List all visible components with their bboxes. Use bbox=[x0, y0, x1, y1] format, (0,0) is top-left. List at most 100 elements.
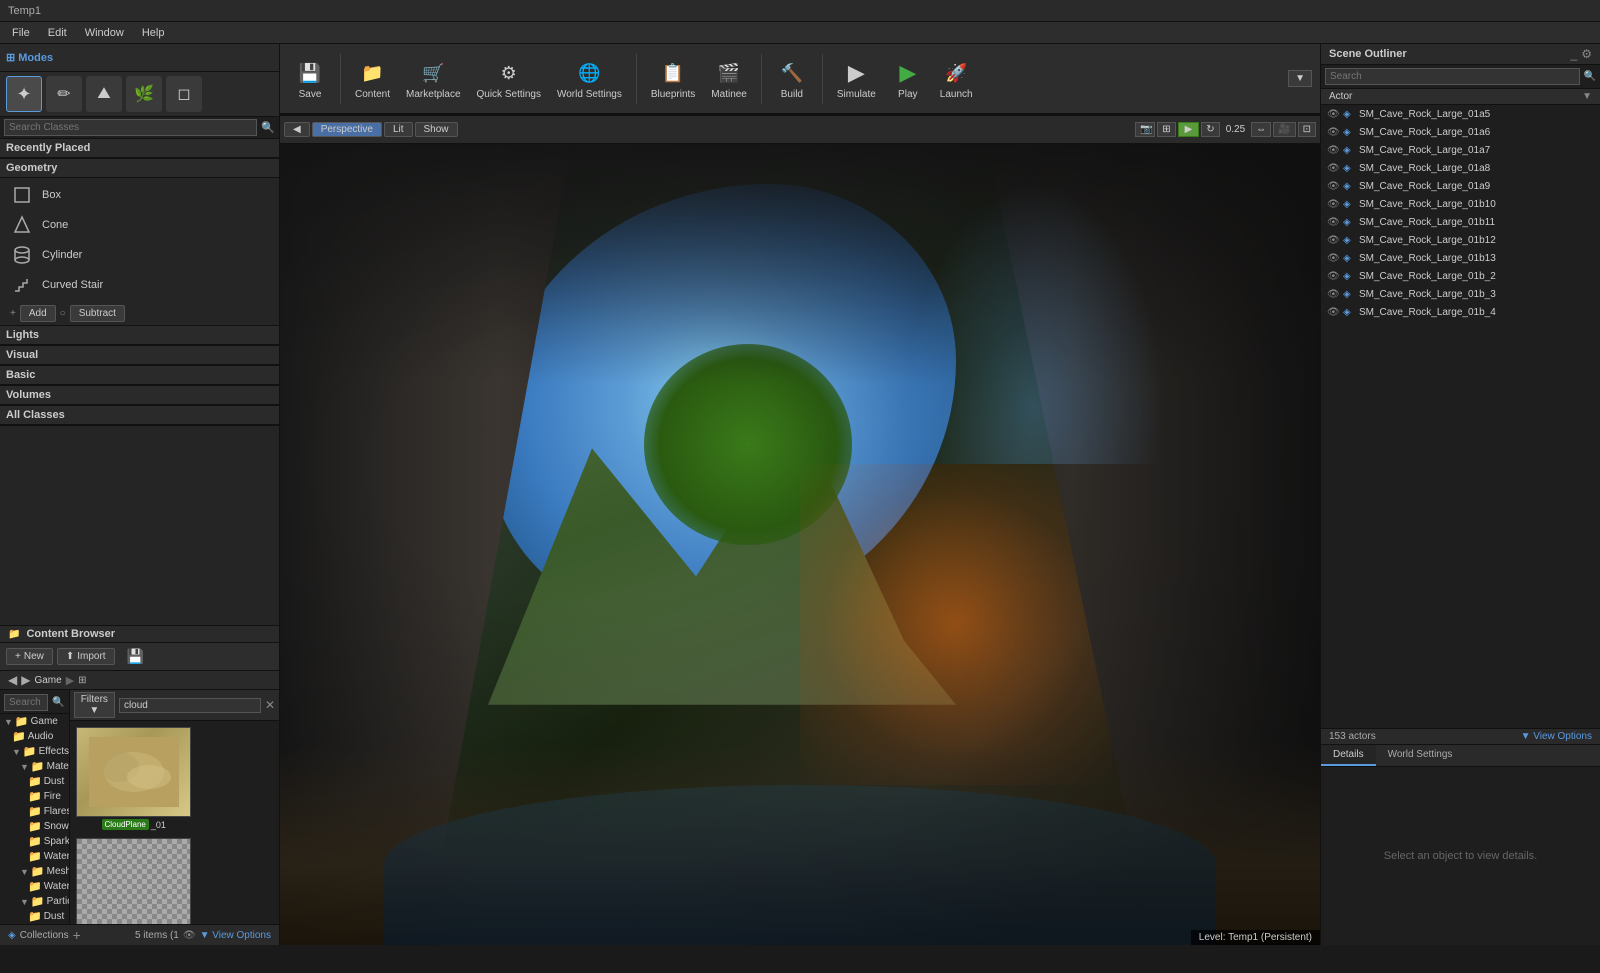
cb-search-clear[interactable]: ✕ bbox=[265, 698, 275, 712]
toolbar-content[interactable]: 📁 Content bbox=[349, 54, 396, 103]
toolbar-matinee[interactable]: 🎬 Matinee bbox=[705, 54, 753, 103]
foliage-mode-btn[interactable]: 🌿 bbox=[126, 76, 162, 112]
so-item-8[interactable]: 👁 ◈ SM_Cave_Rock_Large_01b12 bbox=[1321, 231, 1600, 249]
folder-expand-icon: ▼ bbox=[4, 717, 13, 727]
sort-icon[interactable]: ▼ bbox=[1582, 91, 1592, 102]
so-view-options[interactable]: ▼ View Options bbox=[1521, 731, 1592, 742]
place-mode-btn[interactable]: ✦ bbox=[6, 76, 42, 112]
vt-show-btn[interactable]: Show bbox=[415, 122, 458, 137]
vt-scale-snap[interactable]: ⇔ bbox=[1251, 122, 1271, 137]
materials-expand: ▼ bbox=[20, 762, 29, 772]
vt-lit-btn[interactable]: Lit bbox=[384, 122, 413, 137]
volumes-header[interactable]: Volumes bbox=[0, 386, 279, 405]
folder-water2[interactable]: 📁Water bbox=[0, 879, 69, 894]
tab-details[interactable]: Details bbox=[1321, 745, 1376, 766]
cb-filters-btn[interactable]: Filters ▼ bbox=[74, 692, 115, 718]
geometry-box[interactable]: Box bbox=[0, 180, 279, 210]
cb-search-input[interactable] bbox=[119, 698, 261, 713]
so-item-7[interactable]: 👁 ◈ SM_Cave_Rock_Large_01b11 bbox=[1321, 213, 1600, 231]
geometry-curved-stair[interactable]: Curved Stair bbox=[0, 270, 279, 300]
toolbar-simulate[interactable]: ▶ Simulate bbox=[831, 54, 882, 103]
asset-mcloud2[interactable]: M_ Cloud _2 bbox=[74, 836, 194, 924]
vt-cam-speed[interactable]: 🎥 bbox=[1273, 122, 1295, 137]
place-search-input[interactable] bbox=[4, 119, 257, 136]
so-search-input[interactable] bbox=[1325, 68, 1580, 85]
so-item-10[interactable]: 👁 ◈ SM_Cave_Rock_Large_01b_2 bbox=[1321, 267, 1600, 285]
cb-add-collection[interactable]: + bbox=[73, 927, 81, 943]
eye-icon-4: 👁 bbox=[1327, 163, 1339, 174]
so-item-9[interactable]: 👁 ◈ SM_Cave_Rock_Large_01b13 bbox=[1321, 249, 1600, 267]
vt-maximize[interactable]: ⊡ bbox=[1298, 122, 1316, 137]
vt-grid-snap[interactable]: ⊞ bbox=[1157, 122, 1175, 137]
folder-water[interactable]: 📁Water bbox=[0, 849, 69, 864]
geometry-cylinder[interactable]: Cylinder bbox=[0, 240, 279, 270]
toolbar-play[interactable]: ▶ Play bbox=[886, 54, 930, 103]
so-item-11[interactable]: 👁 ◈ SM_Cave_Rock_Large_01b_3 bbox=[1321, 285, 1600, 303]
cb-view-options[interactable]: ▼ View Options bbox=[200, 930, 271, 941]
geometry-header[interactable]: Geometry bbox=[0, 159, 279, 178]
toolbar-save[interactable]: 💾 Save bbox=[288, 54, 332, 103]
visual-header[interactable]: Visual bbox=[0, 346, 279, 365]
toolbar-world-settings[interactable]: 🌐 World Settings bbox=[551, 54, 628, 103]
toolbar-blueprints[interactable]: 📋 Blueprints bbox=[645, 54, 701, 103]
cb-folder-search-input[interactable] bbox=[4, 694, 48, 711]
lights-header[interactable]: Lights bbox=[0, 326, 279, 345]
vt-back-btn[interactable]: ◀ bbox=[284, 122, 310, 137]
folder-pdust[interactable]: 📁Dust bbox=[0, 909, 69, 924]
marketplace-icon: 🛒 bbox=[417, 57, 449, 89]
tab-world-settings[interactable]: World Settings bbox=[1376, 745, 1465, 766]
so-item-6[interactable]: 👁 ◈ SM_Cave_Rock_Large_01b10 bbox=[1321, 195, 1600, 213]
geometry-mode-btn[interactable]: ◻ bbox=[166, 76, 202, 112]
folder-particles[interactable]: ▼ 📁 Particles bbox=[0, 894, 69, 909]
vt-perspective-btn[interactable]: Perspective bbox=[312, 122, 382, 137]
so-item-4[interactable]: 👁 ◈ SM_Cave_Rock_Large_01a8 bbox=[1321, 159, 1600, 177]
all-classes-header[interactable]: All Classes bbox=[0, 406, 279, 425]
folder-meshes-effects[interactable]: ▼ 📁 Meshes bbox=[0, 864, 69, 879]
so-item-5[interactable]: 👁 ◈ SM_Cave_Rock_Large_01a9 bbox=[1321, 177, 1600, 195]
so-item-12[interactable]: 👁 ◈ SM_Cave_Rock_Large_01b_4 bbox=[1321, 303, 1600, 321]
recently-placed-header[interactable]: Recently Placed bbox=[0, 139, 279, 158]
viewport[interactable]: Level: Temp1 (Persistent) bbox=[280, 144, 1320, 945]
cb-import-btn[interactable]: ⬆ Import bbox=[57, 648, 115, 665]
so-item-1[interactable]: 👁 ◈ SM_Cave_Rock_Large_01a5 bbox=[1321, 105, 1600, 123]
paint-mode-btn[interactable]: ✏ bbox=[46, 76, 82, 112]
folder-snow[interactable]: 📁Snow bbox=[0, 819, 69, 834]
folder-flares[interactable]: 📁Flares bbox=[0, 804, 69, 819]
asset-cloudplane01[interactable]: CloudPlane _01 bbox=[74, 725, 194, 832]
geo-subtract-btn[interactable]: Subtract bbox=[70, 305, 125, 322]
so-item-2[interactable]: 👁 ◈ SM_Cave_Rock_Large_01a6 bbox=[1321, 123, 1600, 141]
folder-icon-audio: 📁 bbox=[12, 730, 26, 743]
basic-header[interactable]: Basic bbox=[0, 366, 279, 385]
vt-rot-snap[interactable]: ↻ bbox=[1201, 122, 1219, 137]
menu-window[interactable]: Window bbox=[77, 25, 132, 41]
toolbar-launch-dropdown[interactable]: ▼ bbox=[1288, 70, 1312, 87]
folder-effects[interactable]: ▼ 📁 Effects bbox=[0, 744, 69, 759]
menu-help[interactable]: Help bbox=[134, 25, 173, 41]
cb-back-btn[interactable]: ◀ bbox=[8, 673, 17, 687]
vt-cam-btn[interactable]: 📷 bbox=[1135, 122, 1155, 137]
toolbar-marketplace[interactable]: 🛒 Marketplace bbox=[400, 54, 466, 103]
toolbar-build[interactable]: 🔨 Build bbox=[770, 54, 814, 103]
so-item-3[interactable]: 👁 ◈ SM_Cave_Rock_Large_01a7 bbox=[1321, 141, 1600, 159]
geo-add-btn[interactable]: Add bbox=[20, 305, 56, 322]
so-settings[interactable]: ⚙ bbox=[1581, 47, 1592, 61]
toolbar-quick-settings[interactable]: ⚙ Quick Settings bbox=[471, 54, 547, 103]
cb-path-game[interactable]: Game bbox=[34, 675, 61, 686]
vt-snap-toggle[interactable]: ▶ bbox=[1178, 122, 1200, 137]
folder-fire[interactable]: 📁Fire bbox=[0, 789, 69, 804]
landscape-mode-btn[interactable]: ⛰ bbox=[86, 76, 122, 112]
folder-game[interactable]: ▼ 📁 Game bbox=[0, 714, 69, 729]
cb-new-btn[interactable]: + New bbox=[6, 648, 53, 665]
geometry-cone[interactable]: Cone bbox=[0, 210, 279, 240]
cb-forward-btn[interactable]: ▶ bbox=[21, 673, 30, 687]
toolbar-launch[interactable]: 🚀 Launch bbox=[934, 54, 979, 103]
menu-edit[interactable]: Edit bbox=[40, 25, 75, 41]
menu-file[interactable]: File bbox=[4, 25, 38, 41]
folder-sparks[interactable]: 📁Sparks bbox=[0, 834, 69, 849]
cb-path-menu[interactable]: ⊞ bbox=[78, 675, 86, 686]
folder-materials[interactable]: ▼ 📁 Materials bbox=[0, 759, 69, 774]
folder-audio[interactable]: 📁 Audio bbox=[0, 729, 69, 744]
so-minimize[interactable]: _ bbox=[1571, 47, 1578, 61]
folder-dust[interactable]: 📁Dust bbox=[0, 774, 69, 789]
cb-save-btn[interactable]: 💾 bbox=[119, 646, 152, 667]
